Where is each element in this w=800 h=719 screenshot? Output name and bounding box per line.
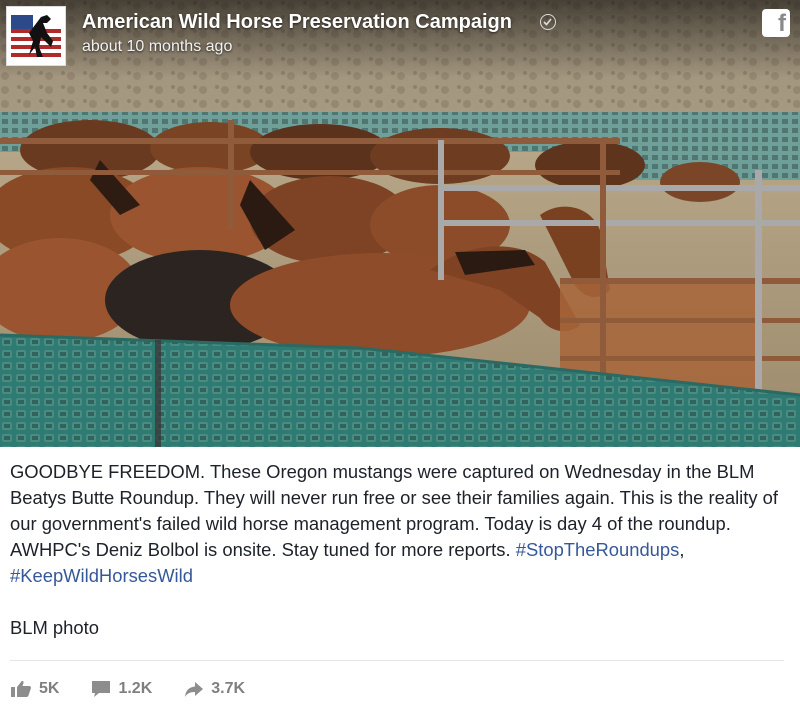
- thumbs-up-icon: [11, 680, 31, 697]
- hashtag-keepwildhorseswild[interactable]: #KeepWildHorsesWild: [10, 565, 193, 586]
- likes-stat[interactable]: 5K: [10, 680, 59, 698]
- hashtag-separator: ,: [679, 539, 685, 560]
- hashtag-stoptheroundups[interactable]: #StopTheRoundups: [516, 539, 680, 560]
- facebook-post-embed: American Wild Horse Preservation Campaig…: [0, 0, 800, 719]
- comment-bubble-icon: [92, 681, 111, 697]
- share-arrow-icon: [185, 682, 204, 697]
- post-timestamp[interactable]: about 10 months ago: [82, 38, 232, 56]
- comments-count: 1.2K: [118, 680, 153, 697]
- divider: [10, 660, 784, 661]
- page-avatar[interactable]: [6, 6, 66, 66]
- post-header: American Wild Horse Preservation Campaig…: [0, 0, 800, 78]
- post-photo[interactable]: American Wild Horse Preservation Campaig…: [0, 0, 800, 447]
- shares-stat[interactable]: 3.7K: [184, 680, 245, 698]
- engagement-stats: 5K 1.2K 3.7K: [10, 675, 277, 703]
- comments-stat[interactable]: 1.2K: [91, 680, 152, 698]
- likes-count: 5K: [39, 680, 60, 697]
- photo-credit: BLM photo: [10, 617, 99, 638]
- post-caption: GOODBYE FREEDOM. These Oregon mustangs w…: [10, 459, 790, 589]
- rearing-horse-logo-icon: [11, 15, 61, 57]
- page-name[interactable]: American Wild Horse Preservation Campaig…: [82, 11, 512, 34]
- shares-count: 3.7K: [211, 680, 246, 697]
- verified-check-icon: [540, 14, 556, 30]
- facebook-f-icon[interactable]: f: [762, 9, 790, 37]
- caption-text-block: GOODBYE FREEDOM. These Oregon mustangs w…: [10, 459, 790, 589]
